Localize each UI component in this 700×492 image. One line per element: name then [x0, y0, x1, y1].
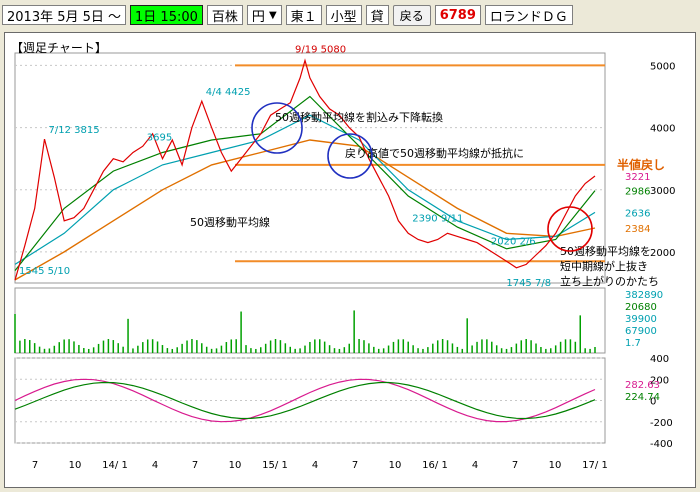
price-label: 2020 2/6	[491, 237, 536, 248]
x-tick-label: 7	[192, 460, 198, 471]
price-right-value: 3221	[625, 172, 650, 183]
volume-label: 39900	[625, 314, 657, 325]
price-right-value: 2636	[625, 208, 650, 219]
x-tick-label: 10	[69, 460, 82, 471]
toolbar: 2013年 5月 5日 ～ 1日 15:00 百株 円 ▼ 東１ 小型 貸 戻る…	[0, 0, 700, 30]
x-tick-label: 16/ 1	[422, 460, 448, 471]
back-button[interactable]: 戻る	[392, 4, 431, 26]
ma50-line	[14, 139, 596, 281]
x-tick-label: 17/ 1	[582, 460, 608, 471]
high-label: 9/19 5080	[295, 44, 346, 55]
price-label: 2390 9/11	[412, 214, 463, 225]
low-label: 1745 7/8	[506, 278, 551, 289]
price-label: 4/4 4425	[206, 87, 251, 98]
x-tick-label: 7	[32, 460, 38, 471]
osc-tick-label: -400	[650, 439, 673, 450]
chart-title: 【週足チャート】	[11, 41, 107, 55]
market-label: 東１	[285, 5, 322, 25]
price-label: 3695	[147, 133, 172, 144]
x-tick-label: 10	[549, 460, 562, 471]
hline-label: 半値戻し	[617, 157, 665, 172]
x-tick-label: 7	[512, 460, 518, 471]
annotation-text: 立ち上がりのかたち	[560, 274, 659, 288]
price-tick-label: 2000	[650, 248, 675, 259]
x-tick-label: 4	[152, 460, 158, 471]
osc-tick-label: 400	[650, 354, 669, 365]
company-name: ロランドＤＧ	[484, 5, 573, 25]
x-tick-label: 10	[389, 460, 402, 471]
price-label: 7/12 3815	[48, 125, 99, 136]
volume-label: 1.7	[625, 338, 641, 349]
x-tick-label: 10	[229, 460, 242, 471]
chart-svg: 5000 4000 3000 2000 半値戻し3221 2986 2636 2384 9/19…	[14, 44, 675, 471]
x-tick-label: 15/ 1	[262, 460, 288, 471]
period-field[interactable]: 1日 15:00	[130, 5, 203, 25]
volume-label: 20680	[625, 302, 657, 313]
price-tick-label: 5000	[650, 61, 675, 72]
annotation-text: 短中期線が上抜き	[560, 259, 648, 273]
price-tick-label: 4000	[650, 124, 675, 135]
unit-label: 百株	[206, 5, 243, 25]
x-tick-label: 14/ 1	[102, 460, 128, 471]
price-right-value: 2986	[625, 187, 650, 198]
currency-value: 円	[251, 9, 265, 25]
price-label: 1545 5/10	[19, 266, 70, 277]
chevron-down-icon[interactable]: ▼	[269, 10, 277, 21]
osc-tick-label: -200	[650, 418, 673, 429]
x-tick-label: 7	[352, 460, 358, 471]
annotation-text: 50週移動平均線	[190, 215, 270, 229]
x-tick-label: 4	[312, 460, 318, 471]
page: 2013年 5月 5日 ～ 1日 15:00 百株 円 ▼ 東１ 小型 貸 戻る…	[0, 0, 700, 492]
lend-label: 貸	[365, 5, 389, 25]
stock-code[interactable]: 6789	[434, 5, 481, 25]
osc-value-label: 224.74	[625, 392, 660, 403]
date-field[interactable]: 2013年 5月 5日 ～	[2, 5, 127, 25]
volume-label: 382890	[625, 290, 663, 301]
x-tick-label: 4	[472, 460, 478, 471]
currency-select[interactable]: 円 ▼	[246, 5, 282, 25]
price-tick-label: 3000	[650, 186, 675, 197]
chart-area: 【週足チャート】 5000 4000 3000 2000 半値戻し 3221 2986 263…	[4, 32, 696, 488]
volume-label: 67900	[625, 326, 657, 337]
price-frame	[14, 52, 606, 284]
price-right-value: 2384	[625, 224, 650, 235]
size-label: 小型	[325, 5, 362, 25]
osc-value-label: 282.63	[625, 380, 660, 391]
